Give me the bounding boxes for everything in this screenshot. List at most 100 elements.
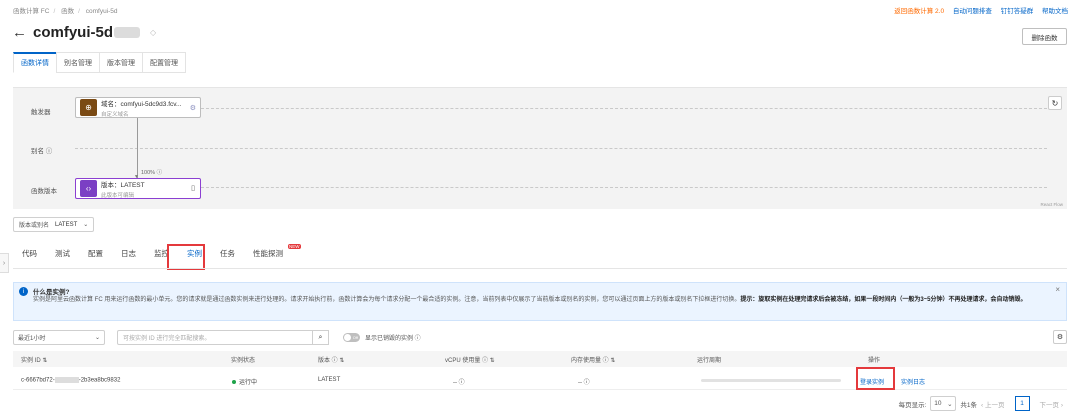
highlight-box xyxy=(856,367,895,390)
table-row: c-6667bd72- -2b3ea8bc9832 运行中 LATEST -- ⓘ… xyxy=(13,370,1067,390)
tab-tasks[interactable]: 任务 xyxy=(220,248,235,259)
connector-line xyxy=(137,117,138,179)
prev-page-label: 上一页 xyxy=(985,401,1005,409)
instance-logs-link[interactable]: 实例日志 xyxy=(901,377,925,386)
tab-performance-label: 性能探测 xyxy=(253,249,283,258)
status-dot-icon xyxy=(232,380,236,385)
alias-row-line xyxy=(75,148,1047,149)
next-page-label: 下一页 xyxy=(1039,401,1060,409)
react-flow-attribution[interactable]: React Flow xyxy=(1040,202,1063,207)
breadcrumb-item[interactable]: 函数计算 FC xyxy=(13,8,49,15)
page-number-button[interactable]: 1 xyxy=(1014,396,1030,411)
runtime-bar xyxy=(701,379,841,382)
per-page-label: 每页显示: xyxy=(898,401,927,409)
tab-config[interactable]: 配置 xyxy=(88,248,103,259)
version-select-value: LATEST xyxy=(55,221,78,228)
flow-canvas[interactable]: 触发器 别名 ⓘ 函数版本 ▼ 100% ⓘ ⊕ 域名：comfyui-5dc9… xyxy=(13,87,1067,209)
version-node-sub: 此版本可编辑 xyxy=(101,192,135,199)
back-arrow-icon[interactable]: ← xyxy=(12,25,27,40)
instance-id-head: c-6667bd72- xyxy=(21,377,55,384)
notice-body: 实例是阿里云函数计算 FC 用来运行函数的最小单元。您的请求就是通过函数实例来进… xyxy=(33,295,1053,305)
col-instance-id[interactable]: 实例 ID ⇅ xyxy=(21,355,47,364)
dingtalk-group-link[interactable]: 钉钉答疑群 xyxy=(1001,8,1034,15)
row-label-version: 函数版本 xyxy=(31,188,57,195)
pagination: 每页显示: 10 ⌄ 共1条 ‹ 上一页 1 下一页 › xyxy=(899,396,1067,411)
search-icon[interactable]: ⌕ xyxy=(313,330,329,345)
tab-version-management[interactable]: 版本管理 xyxy=(99,52,143,73)
breadcrumb-item[interactable]: 函数 xyxy=(61,8,74,15)
redacted-text xyxy=(114,27,141,38)
version-node-title: 版本：LATEST xyxy=(101,181,145,189)
prev-page-button[interactable]: ‹ 上一页 xyxy=(981,399,1004,409)
col-vcpu[interactable]: vCPU 使用量 ⓘ ⇅ xyxy=(445,355,495,364)
new-badge: NEW xyxy=(288,244,301,249)
time-range-select[interactable]: 最近1小时 ⌄ xyxy=(13,330,105,345)
code-icon: ‹› xyxy=(80,180,97,197)
tab-performance[interactable]: 性能探测 NEW xyxy=(253,244,301,259)
time-range-value: 最近1小时 xyxy=(18,336,46,342)
version-alias-select[interactable]: 版本或别名 LATEST ⌄ xyxy=(13,217,95,232)
delete-function-button[interactable]: 删除函数 xyxy=(1022,28,1067,45)
close-icon[interactable]: × xyxy=(1055,285,1060,294)
per-page-value: 10 xyxy=(934,400,942,407)
total-count: 共1条 xyxy=(960,401,978,409)
redacted-text xyxy=(54,377,79,383)
auto-troubleshoot-link[interactable]: 自动问题排查 xyxy=(953,8,992,15)
back-to-fc2-link[interactable]: 返回函数计算 2.0 xyxy=(894,8,944,15)
trigger-node-title: 域名：comfyui-5dc9d3.fcv... xyxy=(101,100,182,108)
col-version[interactable]: 版本 ⓘ ⇅ xyxy=(318,355,344,364)
globe-icon: ⊕ xyxy=(80,99,97,116)
version-node[interactable]: ‹› 版本：LATEST 此版本可编辑 ▯ xyxy=(75,178,201,199)
memory-usage: -- ⓘ xyxy=(578,380,590,386)
document-icon[interactable]: ▯ xyxy=(191,184,195,192)
col-status: 实例状态 xyxy=(231,358,256,364)
page-title: ← comfyui-5d ◇ xyxy=(12,24,156,41)
divider xyxy=(13,268,1067,269)
version-select-label: 版本或别名 xyxy=(19,223,50,229)
col-runtime: 运行周期 xyxy=(697,358,722,364)
settings-icon[interactable]: ⚙ xyxy=(190,104,196,112)
highlight-box xyxy=(167,244,205,270)
row-label-alias: 别名 ⓘ xyxy=(31,148,53,155)
trigger-row-line xyxy=(201,108,1047,109)
refresh-icon[interactable]: ↻ xyxy=(1048,96,1062,110)
per-page-select[interactable]: 10 ⌄ xyxy=(930,396,957,411)
help-docs-link[interactable]: 帮助文档 xyxy=(1042,8,1068,15)
chevron-down-icon: ⌄ xyxy=(94,335,100,341)
tab-config-management[interactable]: 配置管理 xyxy=(142,52,186,73)
instance-id-tail: -2b3ea8bc9832 xyxy=(78,377,121,384)
trigger-node-sub: 自定义域名 xyxy=(101,111,129,118)
instance-id: c-6667bd72- -2b3ea8bc9832 xyxy=(21,377,120,384)
notice-text: 实例是阿里云函数计算 FC 用来运行函数的最小单元。您的请求就是通过函数实例来进… xyxy=(33,297,741,303)
tab-logs[interactable]: 日志 xyxy=(121,248,136,259)
trigger-node[interactable]: ⊕ 域名：comfyui-5dc9d3.fcv... 自定义域名 ⚙ xyxy=(75,97,201,118)
status-badge: 运行中 xyxy=(232,377,257,386)
table-header: 实例 ID ⇅ 实例状态 版本 ⓘ ⇅ vCPU 使用量 ⓘ ⇅ 内存使用量 ⓘ… xyxy=(13,351,1067,367)
top-links: 返回函数计算 2.0 自动问题排查 钉钉答疑群 帮助文档 xyxy=(887,5,1068,15)
info-notice: i 什么是实例? 实例是阿里云函数计算 FC 用来运行函数的最小单元。您的请求就… xyxy=(13,282,1067,321)
sub-tabs: 代码 测试 配置 日志 监控 实例 任务 性能探测 NEW xyxy=(22,244,301,259)
tab-code[interactable]: 代码 xyxy=(22,248,37,259)
breadcrumb-item: comfyui-5d xyxy=(85,8,118,15)
search-input[interactable]: 可按实例 ID 进行完全匹配搜索。 xyxy=(117,330,313,345)
chevron-down-icon: ⌄ xyxy=(947,400,953,408)
toggle-label: Off xyxy=(352,335,358,340)
col-actions: 操作 xyxy=(868,358,881,364)
tag-icon[interactable]: ◇ xyxy=(150,28,156,37)
next-page-button[interactable]: 下一页 › xyxy=(1040,399,1063,409)
breadcrumb: 函数计算 FC / 函数 / comfyui-5d xyxy=(13,8,118,15)
show-destroyed-toggle[interactable]: Off xyxy=(343,333,360,342)
show-destroyed-label: 显示已销毁的实例 ⓘ xyxy=(365,336,421,342)
col-memory[interactable]: 内存使用量 ⓘ ⇅ xyxy=(571,355,615,364)
tab-alias-management[interactable]: 别名管理 xyxy=(56,52,100,73)
column-settings-icon[interactable]: ⚙ xyxy=(1053,330,1067,344)
info-icon: i xyxy=(19,287,28,296)
chevron-down-icon: ⌄ xyxy=(83,222,89,228)
version-row-line xyxy=(201,187,1047,188)
notice-tip: 提示：旋取实例在处理完请求后会被冻结，如果一段时间内（一般为3~5分钟）不再处理… xyxy=(740,297,1027,303)
filter-bar: 最近1小时 ⌄ 可按实例 ID 进行完全匹配搜索。 ⌕ Off 显示已销毁的实例… xyxy=(13,330,421,345)
expand-sidebar-icon[interactable]: › xyxy=(0,253,9,273)
tab-function-details[interactable]: 函数详情 xyxy=(13,52,57,73)
tab-test[interactable]: 测试 xyxy=(55,248,70,259)
vcpu-usage: -- ⓘ xyxy=(453,380,465,386)
